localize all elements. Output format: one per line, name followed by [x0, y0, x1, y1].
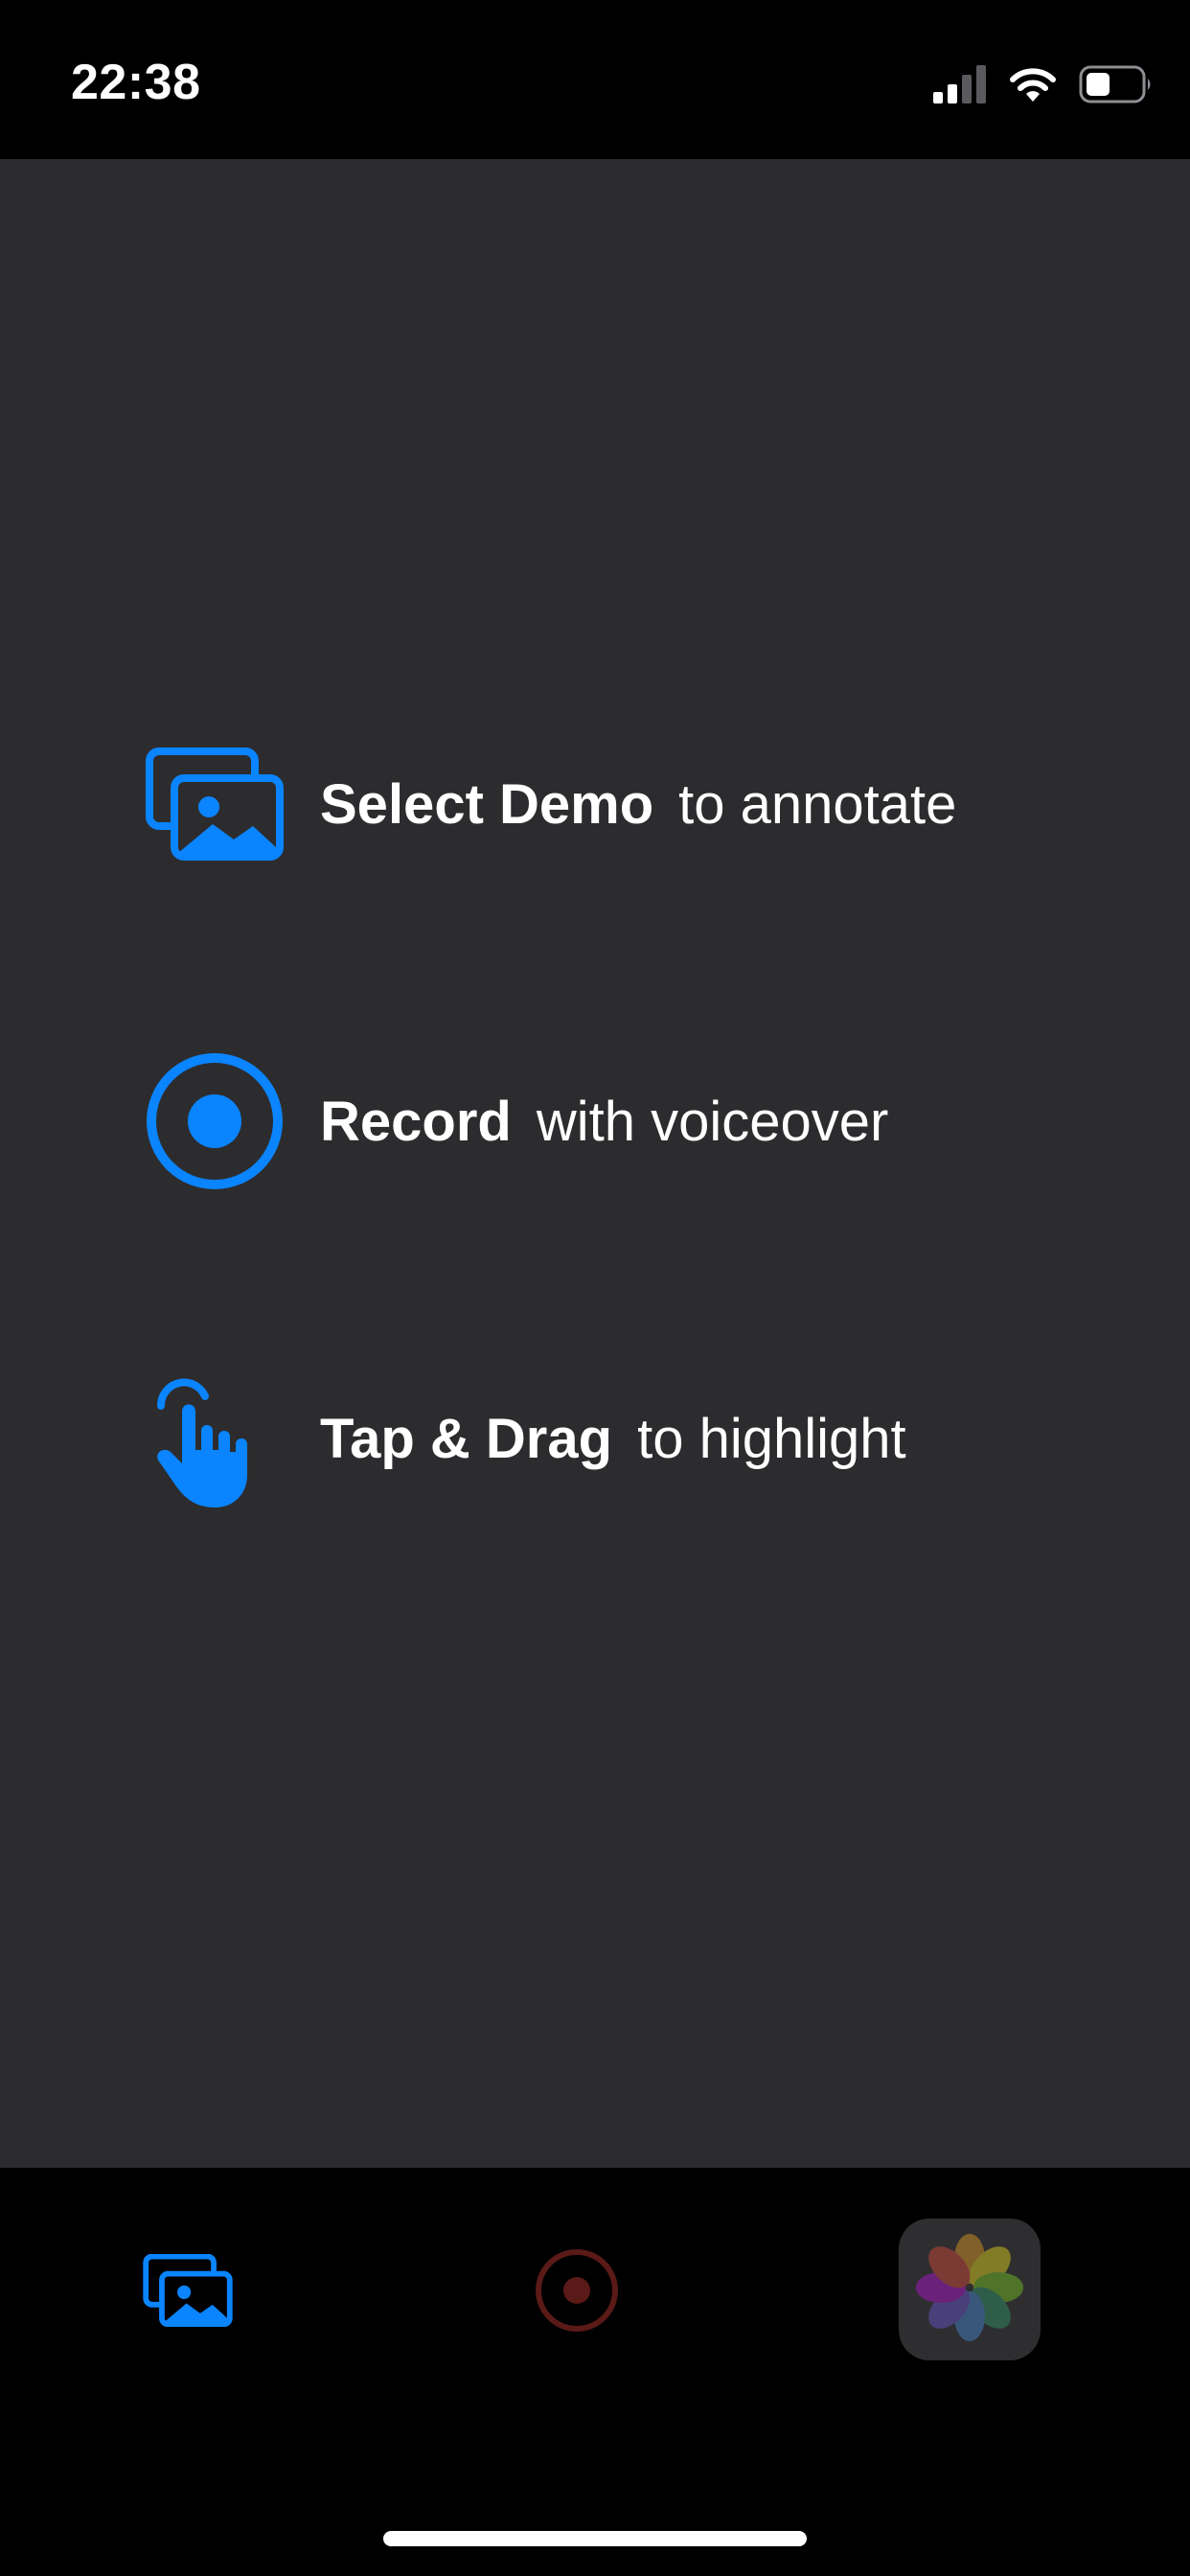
tab-record-button[interactable]: [533, 2248, 621, 2336]
onboarding-description: to annotate: [678, 772, 957, 836]
main-content: Select Demo to annotate Record with voiceo…: [0, 159, 1190, 2168]
onboarding-action: Select Demo: [320, 772, 654, 836]
onboarding-action: Record: [320, 1090, 512, 1153]
battery-icon: [1079, 65, 1154, 108]
photo-stack-icon: [143, 2253, 233, 2332]
onboarding-text-select-demo: Select Demo to annotate: [320, 772, 956, 837]
tab-photos-app-button[interactable]: [899, 2219, 1041, 2360]
onboarding-text-record: Record with voiceover: [320, 1090, 888, 1154]
onboarding-action: Tap & Drag: [320, 1407, 613, 1470]
onboarding-text-tap-drag: Tap & Drag to highlight: [320, 1407, 906, 1471]
photo-stack-icon: [144, 733, 286, 875]
status-icons: [933, 63, 1154, 109]
tap-drag-hand-icon: [144, 1368, 286, 1509]
status-time: 22:38: [71, 55, 201, 110]
record-icon: [144, 1050, 286, 1192]
onboarding-description: to highlight: [637, 1407, 906, 1470]
onboarding-row-select-demo: Select Demo to annotate: [144, 732, 956, 876]
onboarding-row-record: Record with voiceover: [144, 1049, 888, 1193]
status-bar: 22:38: [0, 0, 1190, 159]
wifi-icon: [1008, 65, 1058, 108]
onboarding-row-tap-drag: Tap & Drag to highlight: [144, 1367, 906, 1510]
photos-app-icon: [908, 2226, 1031, 2354]
cellular-signal-icon: [933, 63, 987, 110]
onboarding-description: with voiceover: [536, 1090, 889, 1153]
tab-bar: [0, 2168, 1190, 2576]
home-indicator[interactable]: [383, 2531, 807, 2546]
record-icon: [534, 2247, 620, 2338]
tab-select-demo-button[interactable]: [142, 2253, 234, 2332]
app-screen: 22:38 Select Demo to annotate Record wit…: [0, 0, 1190, 2576]
